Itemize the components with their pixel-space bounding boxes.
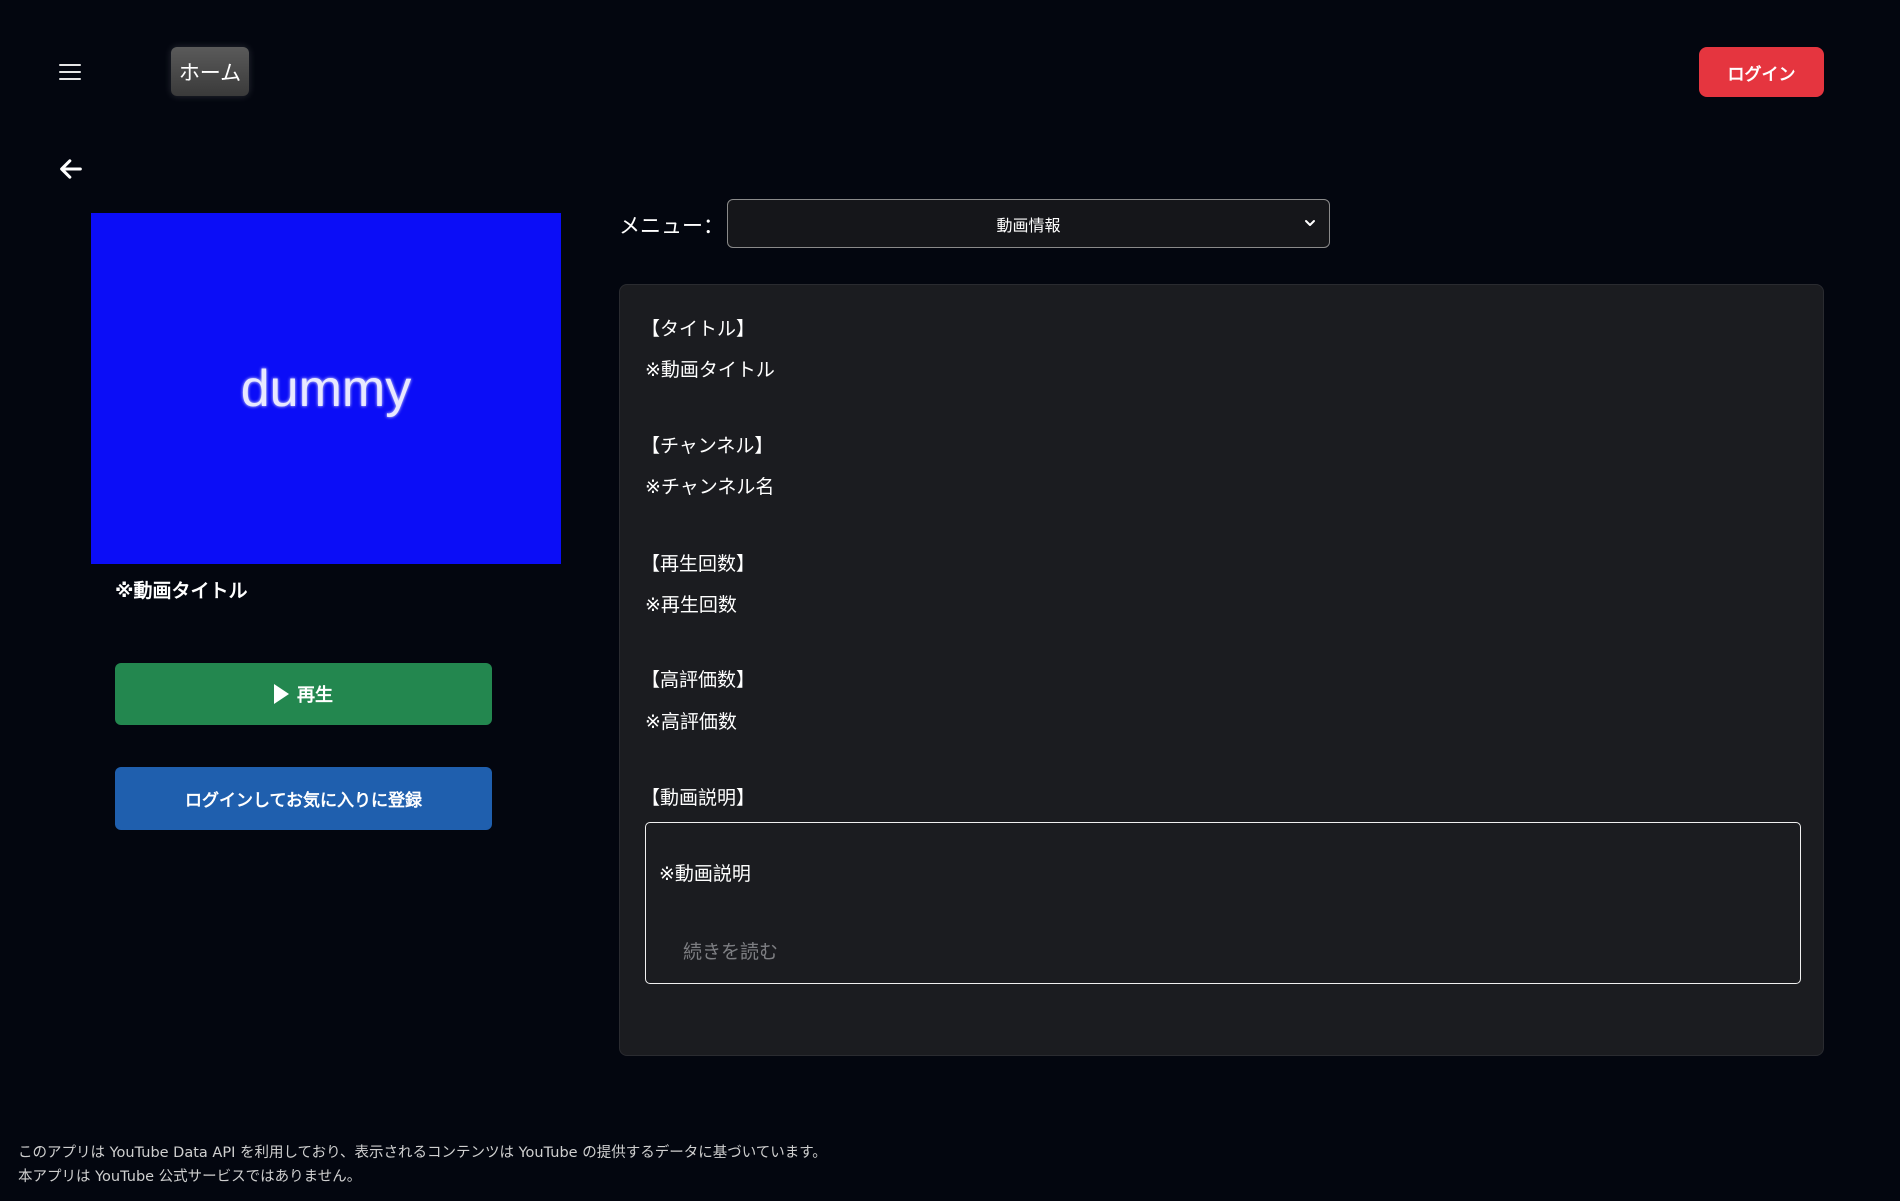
back-arrow-icon[interactable] [57,155,85,183]
title-label: 【タイトル】 [641,318,756,340]
footer-disclaimer: このアプリは YouTube Data API を利用しており、表示されるコンテ… [18,1141,827,1189]
play-label: 再生 [297,685,333,706]
views-value: ※再生回数 [645,594,737,616]
thumbnail-text: dummy [240,359,412,418]
read-more-link[interactable]: 続きを読む [683,937,778,964]
channel-value: ※チャンネル名 [645,476,775,498]
footer-line-1: このアプリは YouTube Data API を利用しており、表示されるコンテ… [18,1145,827,1161]
play-button[interactable]: 再生 [115,663,492,725]
play-icon [274,684,289,704]
chevron-down-icon [1305,220,1315,226]
home-button[interactable]: ホーム [171,47,249,96]
login-favorite-button[interactable]: ログインしてお気に入りに登録 [115,767,492,830]
app-header: ホーム ログイン [0,0,1900,145]
menu-selected-value: 動画情報 [996,215,1061,235]
menu-label: メニュー： [619,214,724,238]
menu-select[interactable]: 動画情報 [727,199,1330,248]
description-label: 【動画説明】 [641,787,756,809]
hamburger-menu-icon[interactable] [53,55,87,89]
likes-label: 【高評価数】 [641,669,756,691]
likes-value: ※高評価数 [645,711,737,733]
description-box: ※動画説明 続きを読む [645,822,1801,984]
channel-label: 【チャンネル】 [641,435,774,457]
video-thumbnail[interactable]: dummy [91,213,561,564]
video-title: ※動画タイトル [115,580,248,602]
footer-line-2: 本アプリは YouTube 公式サービスではありません。 [18,1169,362,1185]
title-value: ※動画タイトル [645,359,775,381]
video-info-panel: 【タイトル】 ※動画タイトル 【チャンネル】 ※チャンネル名 【再生回数】 ※再… [619,284,1824,1056]
login-button[interactable]: ログイン [1699,47,1824,97]
description-text: ※動画説明 [659,863,751,885]
views-label: 【再生回数】 [641,553,756,575]
